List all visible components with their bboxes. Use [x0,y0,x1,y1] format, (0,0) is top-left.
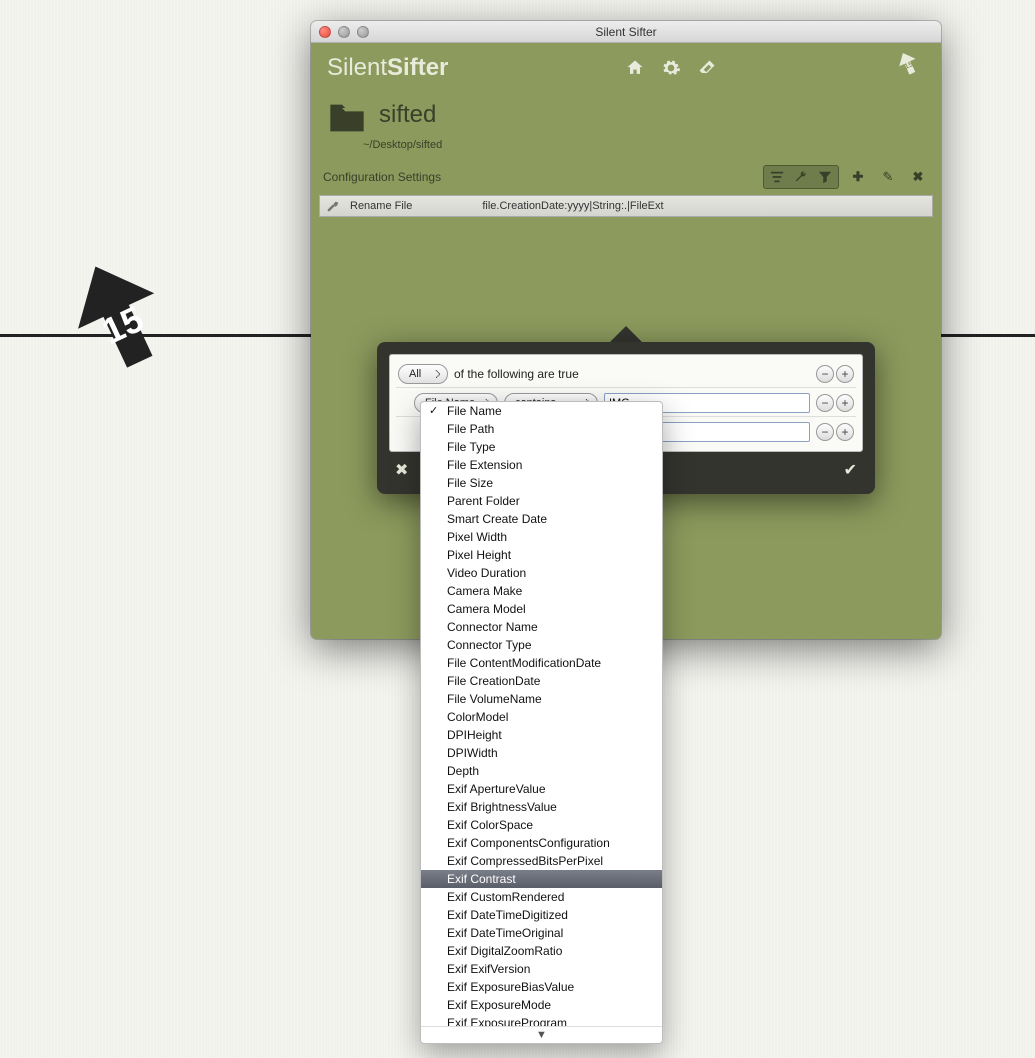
remove-compound-button[interactable]: − [816,365,834,383]
dropdown-item[interactable]: Exif ExposureBiasValue [421,978,662,996]
dropdown-item[interactable]: Exif DigitalZoomRatio [421,942,662,960]
any-all-select[interactable]: All [398,364,448,384]
dropdown-item[interactable]: Camera Model [421,600,662,618]
filter-tool-group [763,165,839,189]
remove-row-2-button[interactable]: − [816,423,834,441]
dropdown-item[interactable]: Camera Make [421,582,662,600]
dropdown-item[interactable]: Depth [421,762,662,780]
any-all-value: All [409,368,421,380]
wrench-filter-icon[interactable] [790,168,812,186]
compound-tail-label: of the following are true [454,367,579,381]
funnel-filter-icon[interactable] [814,168,836,186]
gear-icon[interactable] [660,57,682,79]
dropdown-item[interactable]: File Name [421,402,662,420]
folder-path: ~/Desktop/sifted [363,139,941,159]
window-close-button[interactable] [319,26,331,38]
dropdown-item[interactable]: Exif ExposureMode [421,996,662,1014]
dropdown-item[interactable]: Exif CompressedBitsPerPixel [421,852,662,870]
config-label: Configuration Settings [323,170,441,184]
add-icon[interactable]: ✚ [847,168,869,186]
home-icon[interactable] [624,57,646,79]
dropdown-item[interactable]: Smart Create Date [421,510,662,528]
rule-pattern: file.CreationDate:yyyy|String:.|FileExt [422,200,663,212]
dropdown-more-indicator[interactable]: ▼ [421,1026,662,1043]
dropdown-item[interactable]: Exif ExifVersion [421,960,662,978]
config-bar: Configuration Settings ✚ ✎ ✖ [311,159,941,195]
rule-row[interactable]: Rename File file.CreationDate:yyyy|Strin… [319,195,933,217]
dropdown-item[interactable]: Exif ComponentsConfiguration [421,834,662,852]
dropdown-item[interactable]: File Extension [421,456,662,474]
folder-icon [327,101,367,135]
dropdown-item[interactable]: File ContentModificationDate [421,654,662,672]
dropdown-item[interactable]: Exif ColorSpace [421,816,662,834]
brand-label: SilentSifter [327,54,448,82]
field-dropdown-menu: File NameFile PathFile TypeFile Extensio… [420,401,663,1044]
compound-predicate-row: All of the following are true − + [396,361,856,387]
confirm-button[interactable]: ✔ [844,460,857,480]
dropdown-item[interactable]: File VolumeName [421,690,662,708]
hammer-icon [326,199,340,213]
dropdown-item[interactable]: DPIHeight [421,726,662,744]
window-minimize-button[interactable] [338,26,350,38]
remove-row-1-button[interactable]: − [816,394,834,412]
dropdown-item[interactable]: Video Duration [421,564,662,582]
rule-name: Rename File [350,200,412,212]
titlebar: Silent Sifter [311,21,941,43]
dropdown-item[interactable]: ColorModel [421,708,662,726]
add-row-2-button[interactable]: + [836,423,854,441]
dropdown-item[interactable]: Exif DateTimeOriginal [421,924,662,942]
dropdown-item[interactable]: File Path [421,420,662,438]
background-logo-15: 15 [55,260,195,400]
add-compound-button[interactable]: + [836,365,854,383]
dropdown-item[interactable]: Exif CustomRendered [421,888,662,906]
brand-part2: Sifter [387,54,448,81]
folder-block: sifted [311,93,941,135]
app-header: SilentSifter 15 [311,43,941,93]
delete-icon[interactable]: ✖ [907,168,929,186]
dropdown-item[interactable]: Exif DateTimeDigitized [421,906,662,924]
dropdown-item[interactable]: Exif ApertureValue [421,780,662,798]
dropdown-item[interactable]: Pixel Height [421,546,662,564]
app-logo-icon: 15 [893,50,925,82]
folder-name: sifted [379,101,436,129]
dropdown-item[interactable]: Pixel Width [421,528,662,546]
dropdown-item[interactable]: File CreationDate [421,672,662,690]
dropdown-item[interactable]: DPIWidth [421,744,662,762]
window-title: Silent Sifter [311,25,941,39]
window-zoom-button[interactable] [357,26,369,38]
list-filter-icon[interactable] [766,168,788,186]
popover-arrow [610,326,642,342]
dropdown-item[interactable]: File Type [421,438,662,456]
dropdown-item[interactable]: Parent Folder [421,492,662,510]
dropdown-item[interactable]: Exif ExposureProgram [421,1014,662,1026]
cancel-button[interactable]: ✖ [395,460,408,480]
dropdown-item[interactable]: Exif BrightnessValue [421,798,662,816]
dropdown-item[interactable]: Exif Contrast [421,870,662,888]
erase-icon[interactable] [696,57,718,79]
brand-part1: Silent [327,54,387,81]
dropdown-item[interactable]: Connector Type [421,636,662,654]
dropdown-item[interactable]: File Size [421,474,662,492]
dropdown-item[interactable]: Connector Name [421,618,662,636]
edit-icon[interactable]: ✎ [877,168,899,186]
add-row-1-button[interactable]: + [836,394,854,412]
